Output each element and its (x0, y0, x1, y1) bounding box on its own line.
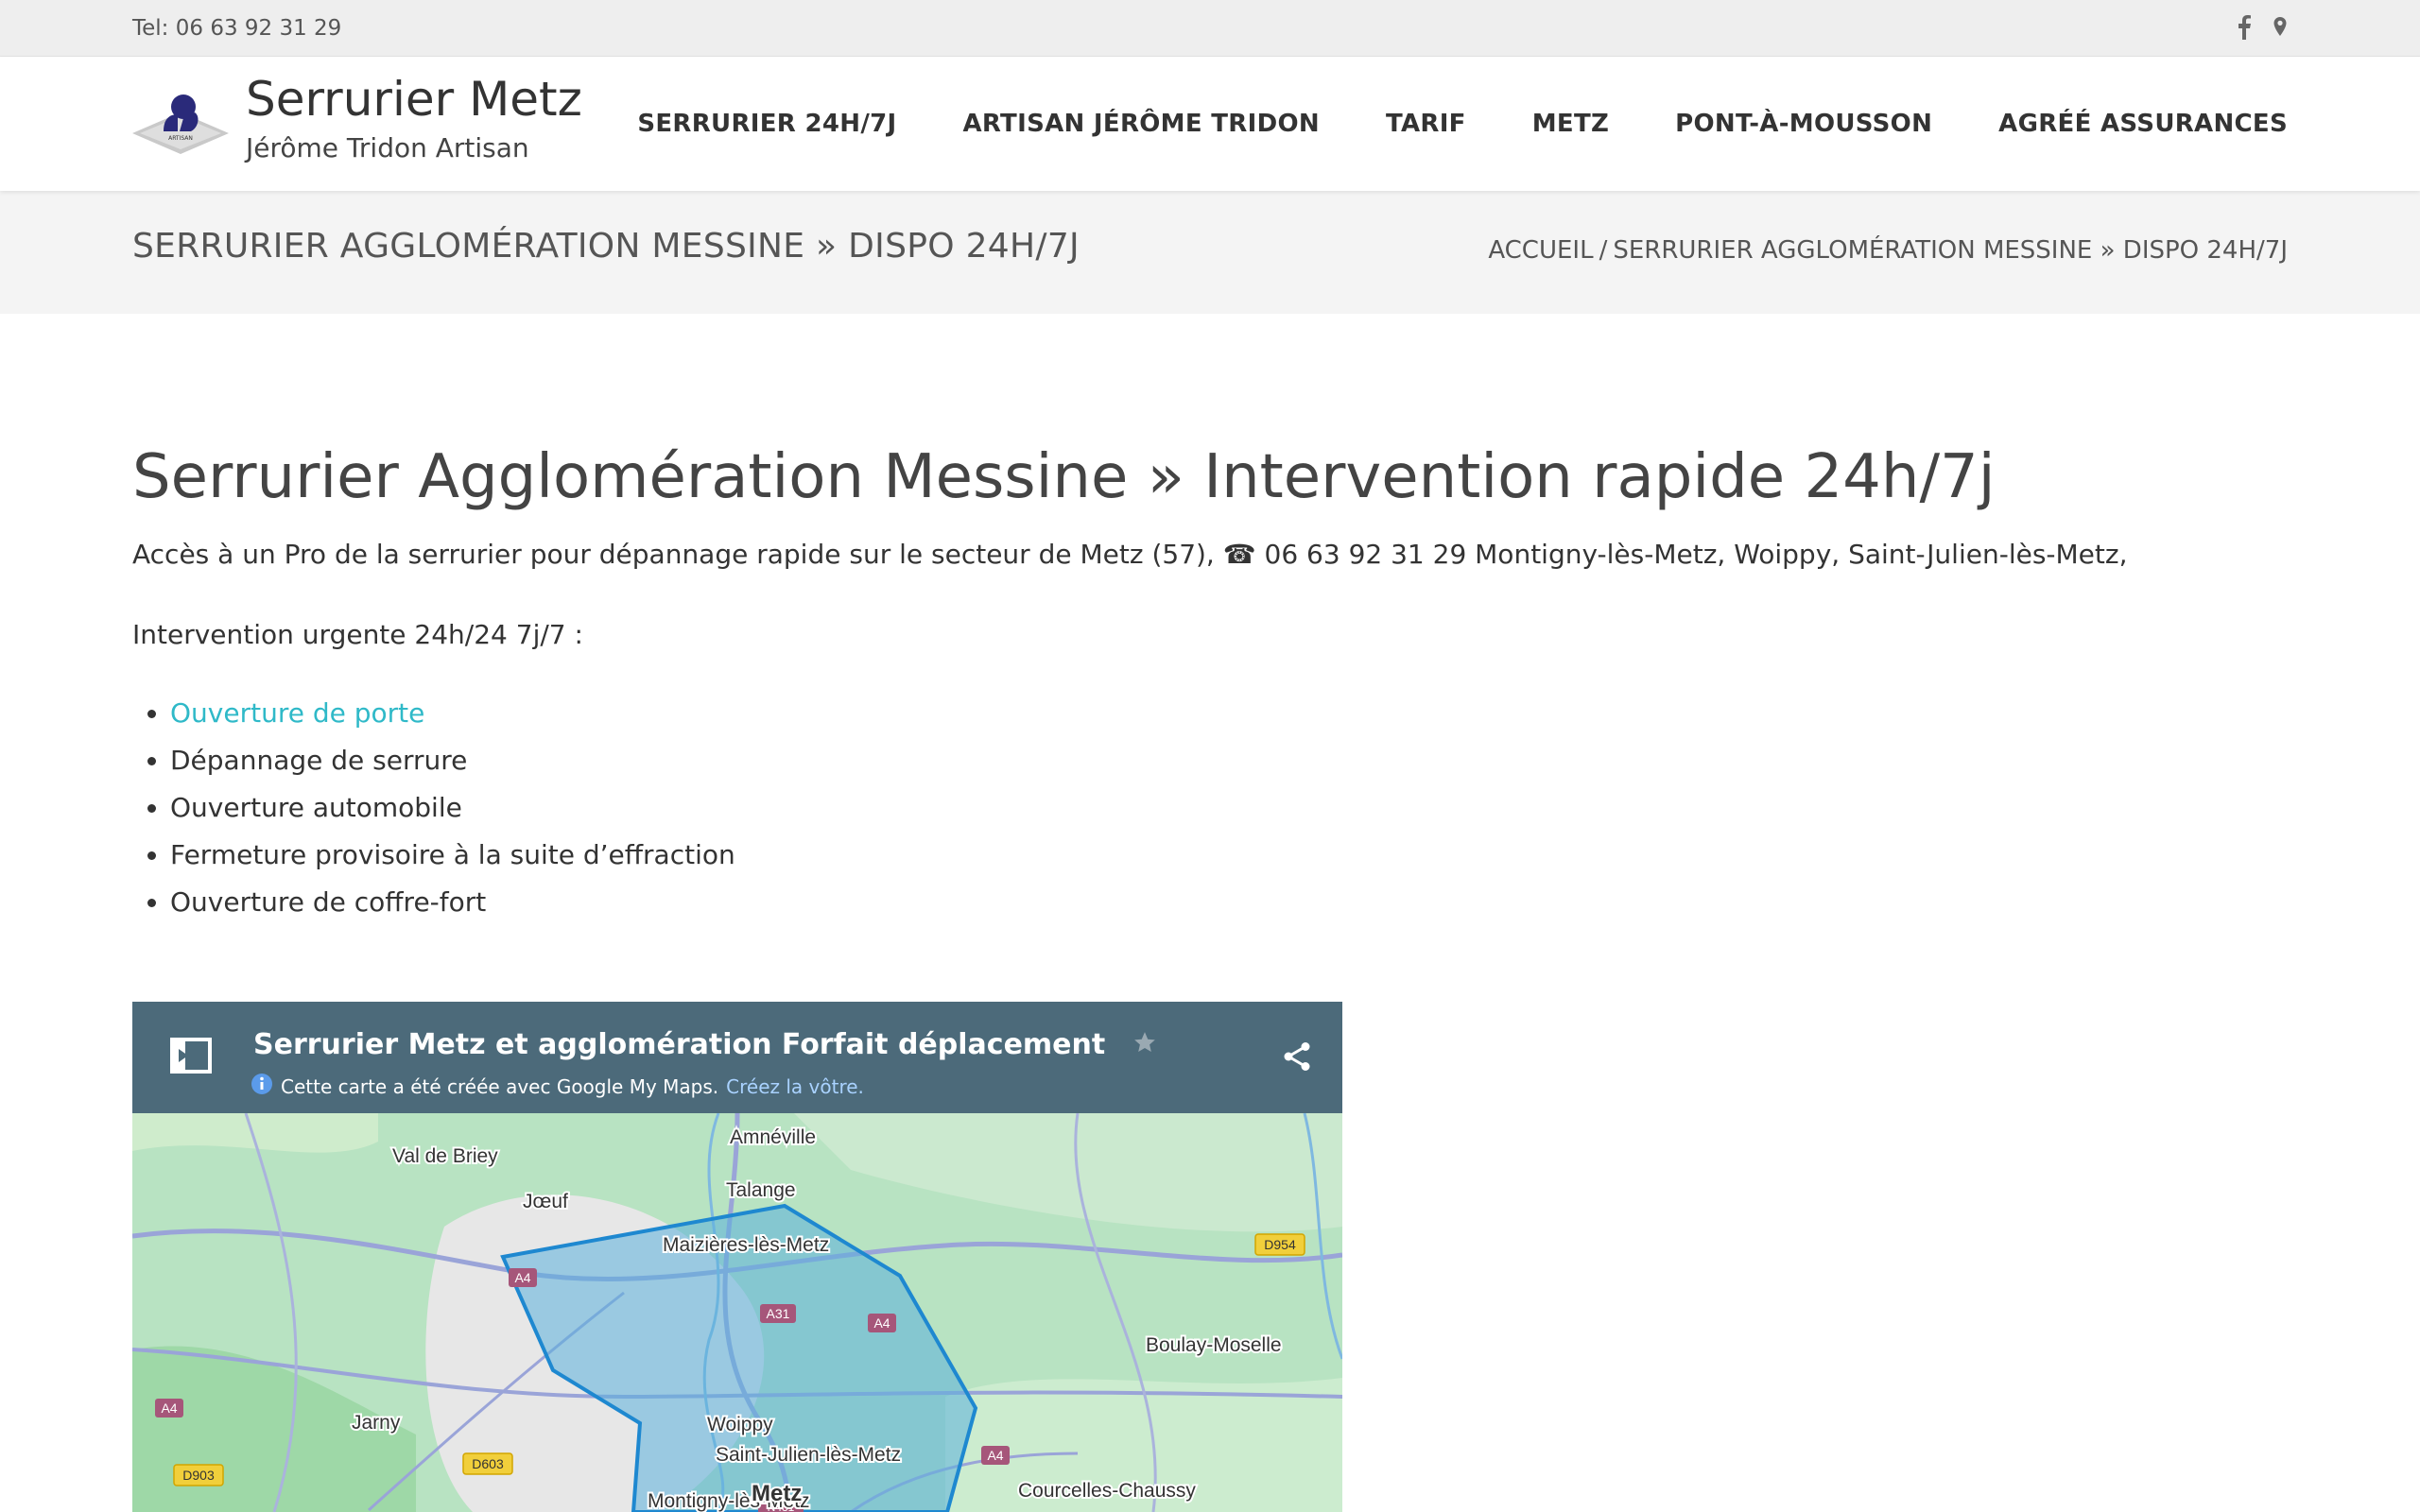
nav-artisan[interactable]: ARTISAN JÉRÔME TRIDON (962, 110, 1319, 138)
map-marker-icon[interactable] (2273, 15, 2288, 40)
svg-text:D954: D954 (1264, 1237, 1296, 1252)
top-bar: Tel: 06 63 92 31 29 (0, 0, 2420, 57)
map-label: Woippy (707, 1414, 773, 1435)
map-label: Jœuf (523, 1191, 568, 1212)
list-item: Dépannage de serrure (170, 737, 2288, 784)
map-legend-toggle-icon[interactable] (170, 1038, 212, 1077)
svg-text:D903: D903 (182, 1468, 215, 1483)
embedded-map[interactable]: Serrurier Metz et agglomération Forfait … (132, 1002, 1342, 1512)
breadcrumb: ACCUEIL / SERRURIER AGGLOMÉRATION MESSIN… (1488, 236, 2288, 265)
site-logo[interactable]: ARTISAN (132, 90, 229, 158)
share-icon[interactable] (1280, 1040, 1314, 1077)
road-badge: A31 (760, 1304, 796, 1323)
phone-number: Tel: 06 63 92 31 29 (132, 16, 342, 41)
map-label: Talange (726, 1179, 796, 1201)
content-heading: Serrurier Agglomération Messine » Interv… (132, 442, 1996, 512)
map-label: Courcelles-Chaussy (1018, 1480, 1196, 1502)
page-title-bar: SERRURIER AGGLOMÉRATION MESSINE » DISPO … (0, 191, 2420, 314)
svg-text:A4: A4 (873, 1315, 890, 1331)
road-badge: A4 (868, 1314, 896, 1332)
map-canvas[interactable]: A4 A4 A4 A4 A31 D954 D603 D903 N431 Amné… (132, 1113, 1342, 1512)
social-links (2237, 15, 2288, 40)
road-badge: A4 (155, 1399, 183, 1418)
site-tagline: Jérôme Tridon Artisan (246, 132, 529, 163)
list-item: Ouverture de porte (170, 690, 2288, 737)
main-content: Serrurier Agglomération Messine » Interv… (132, 435, 2288, 926)
urgent-text: Intervention urgente 24h/24 7j/7 : (132, 619, 583, 650)
road-badge: A4 (509, 1268, 537, 1287)
map-label: Amnéville (730, 1126, 816, 1148)
map-label: Jarny (352, 1412, 401, 1434)
page-title: SERRURIER AGGLOMÉRATION MESSINE » DISPO … (132, 227, 1080, 266)
road-badge: D954 (1254, 1233, 1305, 1256)
map-label: Saint-Julien-lès-Metz (716, 1444, 901, 1466)
site-header: ARTISAN Serrurier Metz Jérôme Tridon Art… (0, 57, 2420, 191)
info-icon (251, 1073, 273, 1100)
site-title[interactable]: Serrurier Metz (246, 72, 582, 127)
svg-text:A31: A31 (767, 1306, 790, 1321)
svg-text:A4: A4 (161, 1400, 177, 1416)
nav-agree-assurances[interactable]: AGRÉÉ ASSURANCES (1998, 110, 2288, 138)
nav-pont-a-mousson[interactable]: PONT-À-MOUSSON (1675, 110, 1932, 138)
map-label: Maizières-lès-Metz (663, 1234, 829, 1256)
facebook-icon[interactable] (2237, 15, 2252, 40)
svg-text:A4: A4 (514, 1270, 530, 1285)
services-list: Ouverture de porte Dépannage de serrure … (170, 690, 2288, 926)
map-credit-text: Cette carte a été créée avec Google My M… (281, 1074, 719, 1098)
map-credit: Cette carte a été créée avec Google My M… (251, 1073, 864, 1100)
nav-serrurier-24h[interactable]: SERRURIER 24H/7J (637, 110, 896, 138)
list-item: Ouverture de coffre-fort (170, 879, 2288, 926)
map-label: Boulay-Moselle (1146, 1334, 1282, 1356)
road-badge: D903 (173, 1464, 224, 1486)
breadcrumb-separator: / (1599, 236, 1608, 265)
list-item: Ouverture automobile (170, 784, 2288, 832)
svg-text:ARTISAN: ARTISAN (168, 135, 193, 142)
list-item: Fermeture provisoire à la suite d’effrac… (170, 832, 2288, 879)
main-nav: SERRURIER 24H/7J ARTISAN JÉRÔME TRIDON T… (637, 57, 2288, 191)
svg-text:A4: A4 (987, 1448, 1003, 1463)
map-label: Val de Briey (392, 1145, 498, 1167)
road-badge: D603 (462, 1452, 513, 1475)
nav-tarif[interactable]: TARIF (1386, 110, 1466, 138)
map-header: Serrurier Metz et agglomération Forfait … (132, 1002, 1342, 1113)
road-badge: A4 (981, 1446, 1010, 1465)
map-title[interactable]: Serrurier Metz et agglomération Forfait … (253, 1028, 1105, 1061)
service-link-ouverture-porte[interactable]: Ouverture de porte (170, 697, 424, 729)
nav-metz[interactable]: METZ (1532, 110, 1609, 138)
breadcrumb-home[interactable]: ACCUEIL (1488, 236, 1593, 265)
map-create-link[interactable]: Créez la vôtre. (726, 1075, 864, 1098)
map-label: Metz (752, 1481, 802, 1506)
star-icon[interactable] (1132, 1030, 1157, 1058)
breadcrumb-current: SERRURIER AGGLOMÉRATION MESSINE » DISPO … (1613, 236, 2288, 265)
svg-text:D603: D603 (472, 1456, 504, 1471)
intro-text: Accès à un Pro de la serrurier pour dépa… (132, 539, 2128, 570)
